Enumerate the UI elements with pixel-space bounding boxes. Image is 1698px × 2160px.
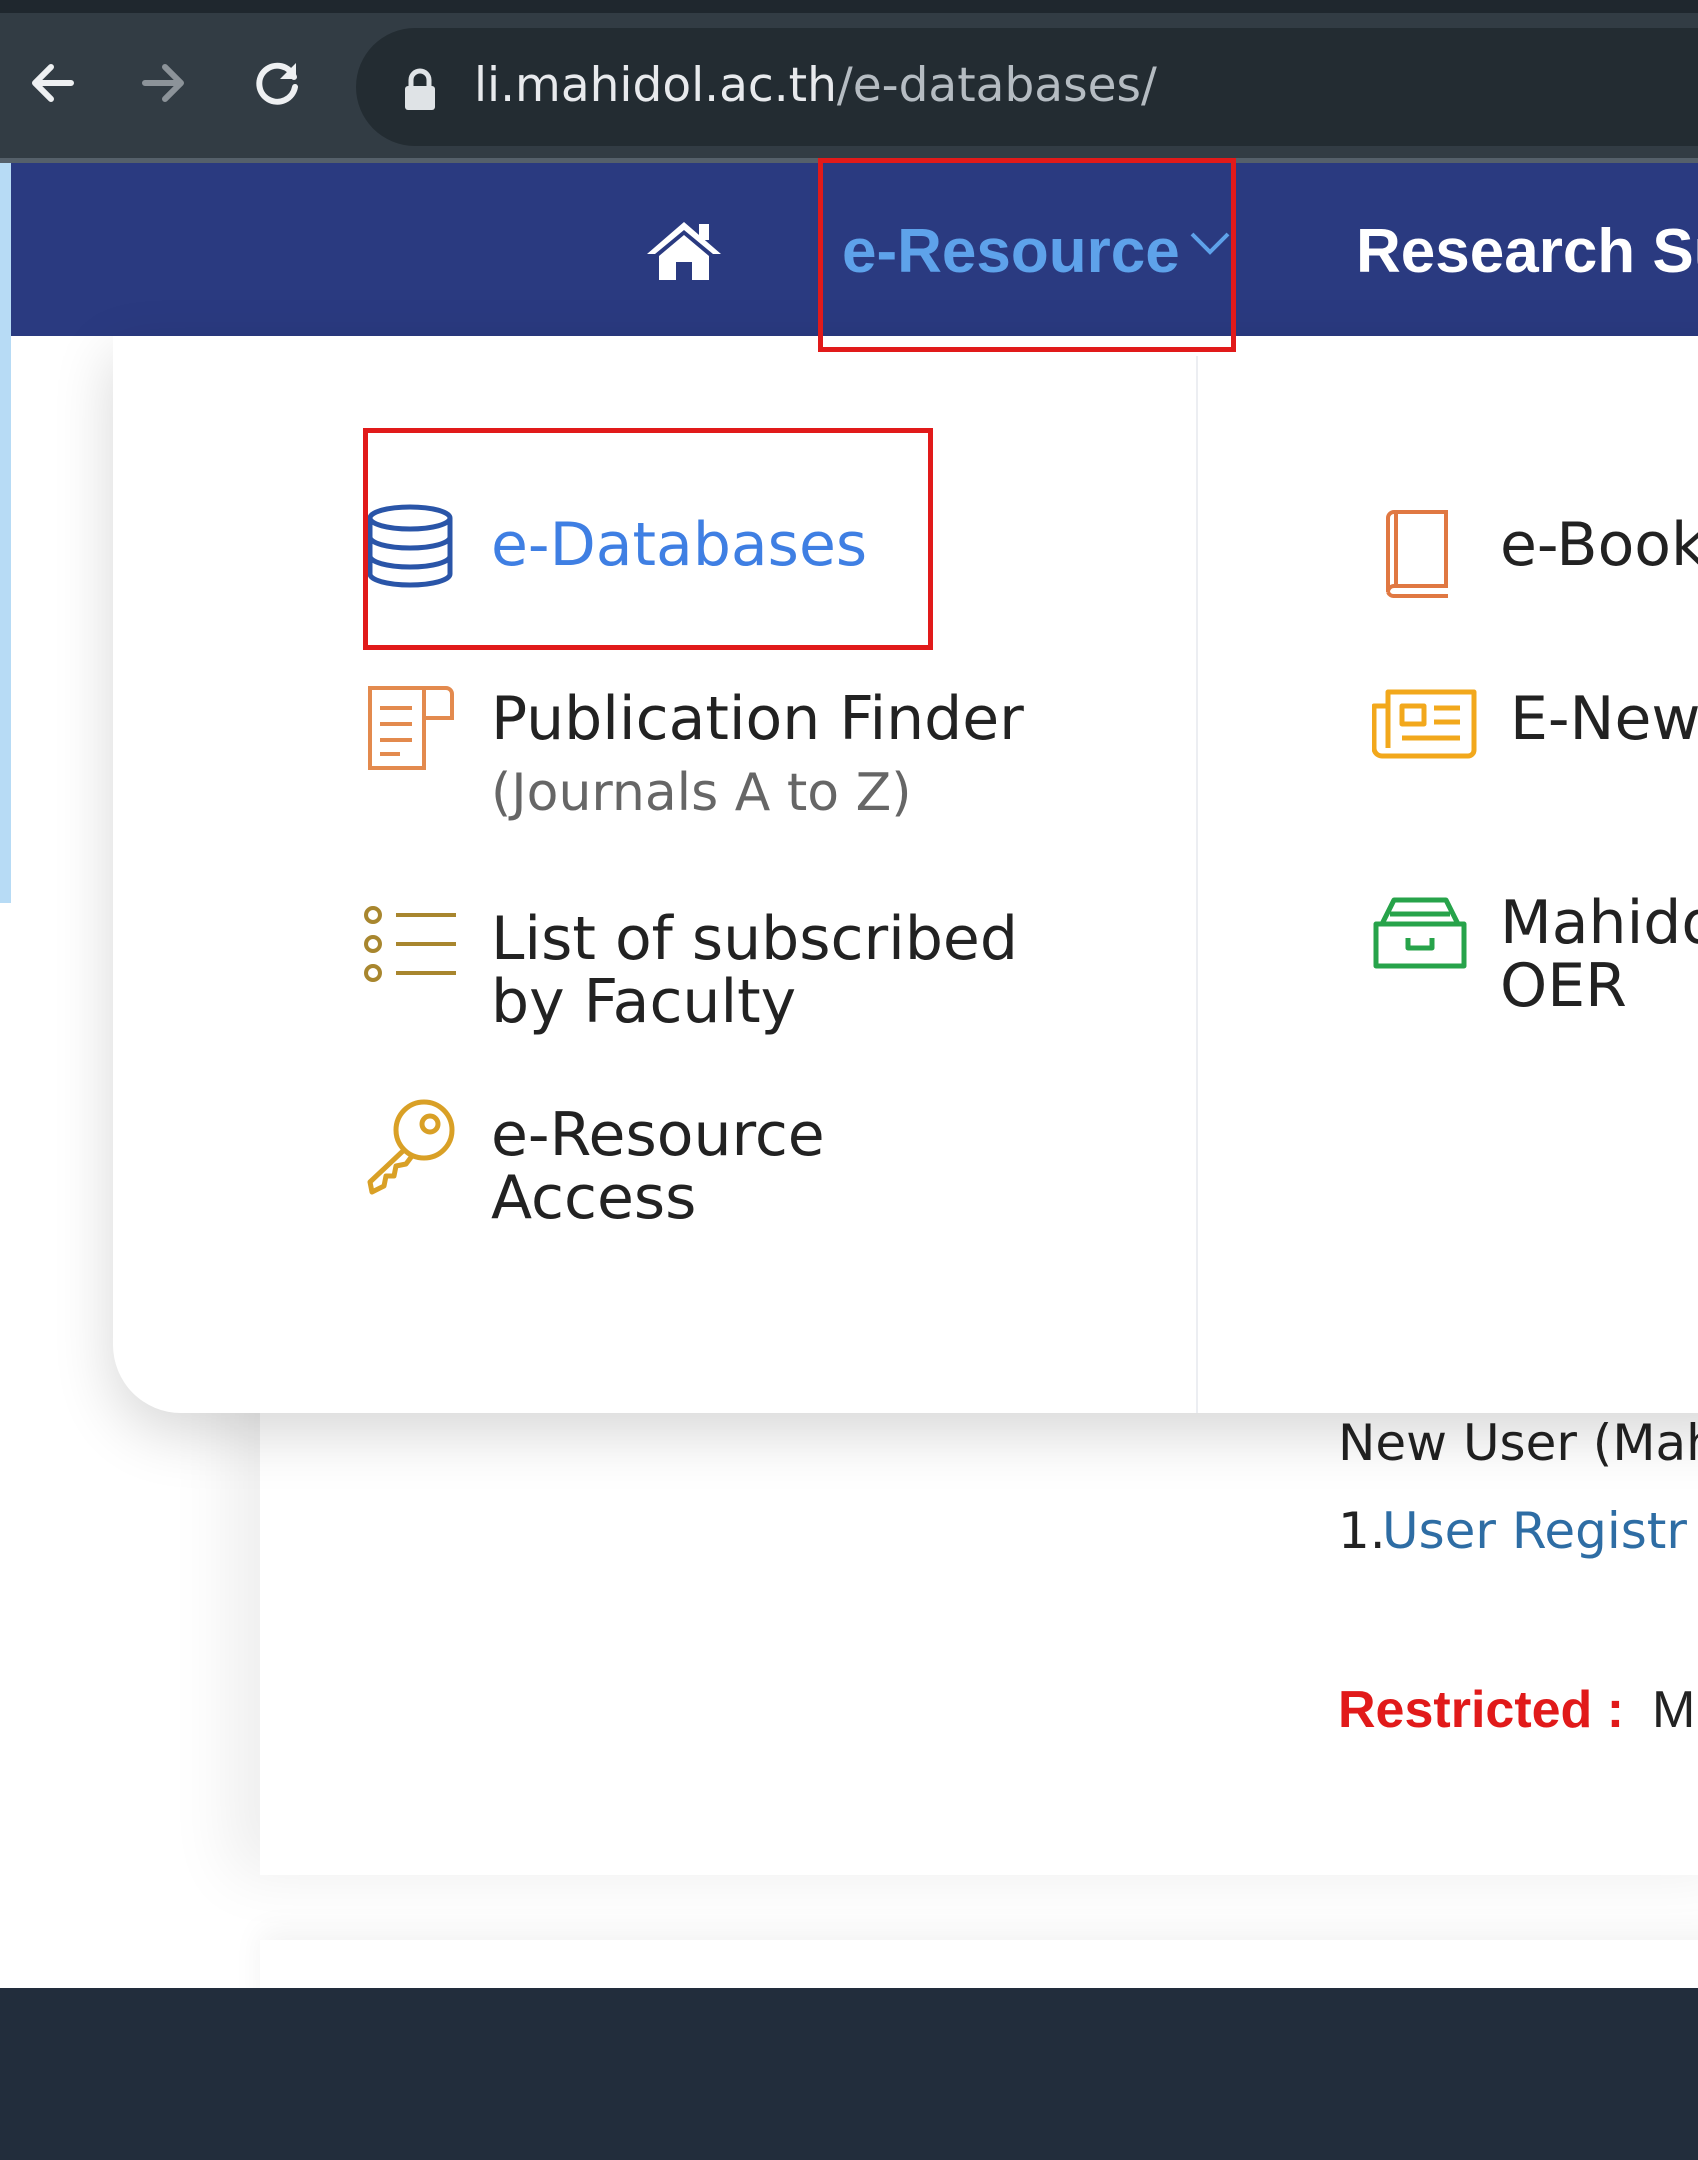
newspaper-icon [1372,689,1477,759]
highlight-box-e-databases [363,428,933,650]
menu-item-e-resource-access-line1[interactable]: e-Resource [491,1104,825,1166]
url-text[interactable]: li.mahidol.ac.th/e-databases/ [474,54,1157,118]
arrow-right-icon [142,64,184,102]
document-icon [368,686,454,770]
reload-button[interactable] [243,48,313,118]
reload-icon [256,62,298,105]
nav-item-research-support[interactable]: Research Su [1356,216,1698,288]
menu-item-mahidol-oer-line2[interactable]: OER [1500,955,1627,1017]
arrow-left-icon [32,64,74,102]
menu-item-list-subscribed-line1[interactable]: List of subscribed [491,908,1018,970]
menu-item-mahidol-oer-line1[interactable]: Mahido [1500,892,1698,954]
registration-number: 1. [1338,1502,1386,1560]
book-icon [1386,510,1448,598]
restricted-label: Restricted : [1338,1681,1625,1739]
publication-finder-sublabel: (Journals A to Z) [491,763,912,823]
menu-item-e-resource-access-line2[interactable]: Access [491,1167,696,1229]
forward-button[interactable] [128,48,198,118]
menu-item-e-newspaper[interactable]: E-New [1510,688,1698,750]
user-registration-link[interactable]: User Registr [1382,1500,1687,1562]
new-user-heading: New User (Mah [1338,1414,1698,1472]
key-icon [367,1099,455,1195]
highlight-box-e-resource [818,158,1236,352]
bottom-dark-bar [0,1988,1698,2160]
browser-top-strip [0,0,1698,13]
url-path: /e-databases/ [836,58,1157,113]
back-button[interactable] [18,48,88,118]
home-icon[interactable] [645,218,723,282]
menu-item-publication-finder[interactable]: Publication Finder [491,688,1024,750]
dropdown-column-divider [1196,356,1198,1413]
list-icon [364,906,456,982]
menu-item-list-subscribed-line2[interactable]: by Faculty [491,971,796,1033]
archive-icon [1373,897,1467,969]
restricted-text: M [1652,1681,1696,1739]
menu-item-e-book[interactable]: e-Book [1500,514,1698,576]
lock-icon [405,68,435,110]
url-host: li.mahidol.ac.th [474,58,837,113]
left-blue-strip [0,163,11,903]
